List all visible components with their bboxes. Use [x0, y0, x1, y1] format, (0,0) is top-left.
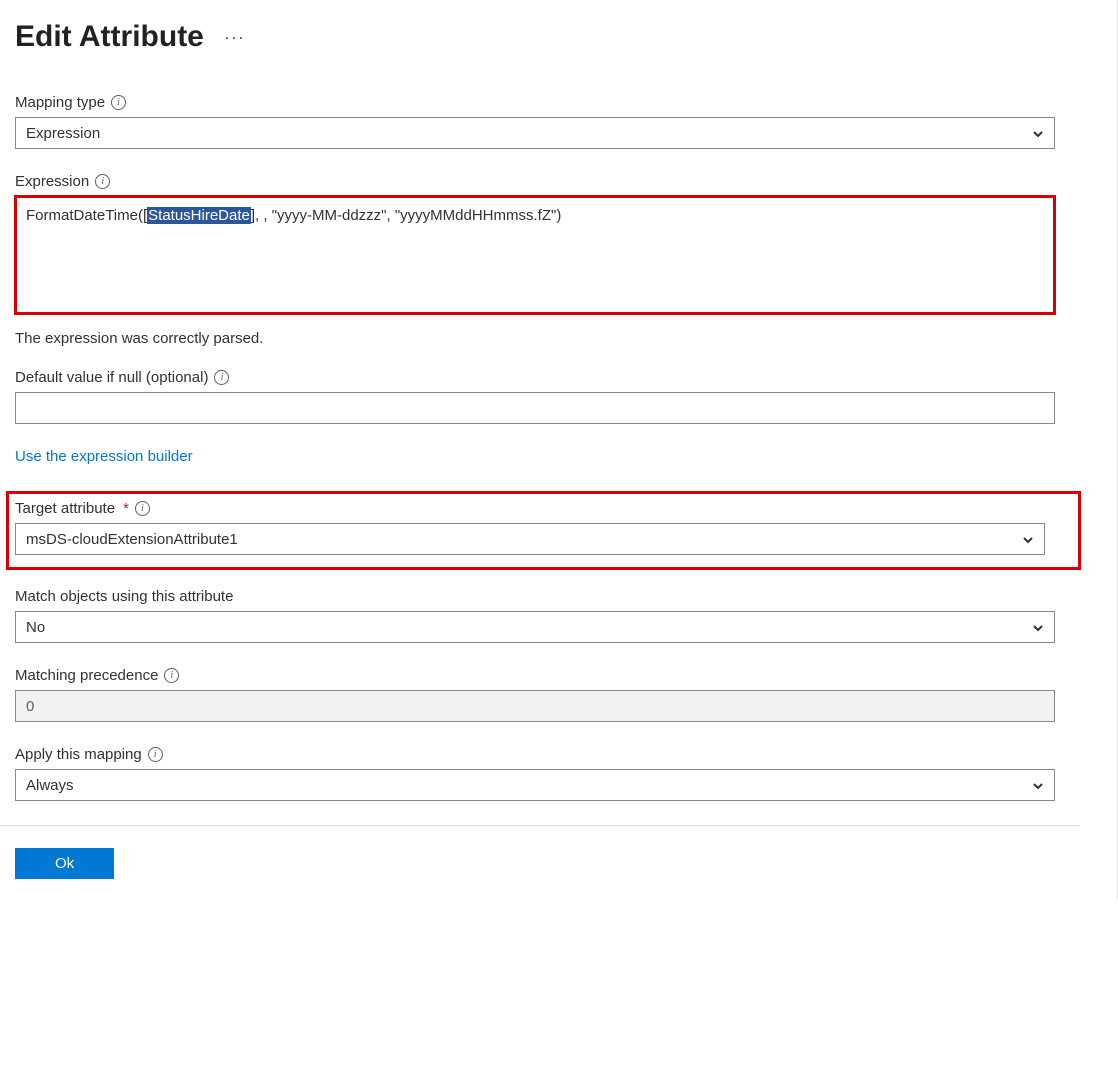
mapping-type-label: Mapping type — [15, 94, 105, 111]
default-value-input[interactable] — [15, 392, 1055, 424]
expression-status: The expression was correctly parsed. — [15, 330, 1102, 347]
expression-text-prefix: FormatDateTime([ — [26, 207, 147, 224]
info-icon[interactable]: i — [111, 95, 126, 110]
info-icon[interactable]: i — [214, 370, 229, 385]
target-attribute-value: msDS-cloudExtensionAttribute1 — [26, 531, 238, 548]
apply-mapping-select[interactable]: Always — [15, 769, 1055, 801]
match-objects-select[interactable]: No — [15, 611, 1055, 643]
expression-text-suffix: ], , "yyyy-MM-ddzzz", "yyyyMMddHHmmss.fZ… — [251, 207, 561, 224]
required-star-icon: * — [123, 500, 129, 517]
target-attribute-select[interactable]: msDS-cloudExtensionAttribute1 — [15, 523, 1045, 555]
matching-precedence-input — [15, 690, 1055, 722]
info-icon[interactable]: i — [164, 668, 179, 683]
info-icon[interactable]: i — [95, 174, 110, 189]
expression-text-highlight: StatusHireDate — [147, 207, 251, 224]
chevron-down-icon — [1032, 779, 1044, 791]
expression-label: Expression — [15, 173, 89, 190]
apply-mapping-label: Apply this mapping — [15, 746, 142, 763]
default-value-label: Default value if null (optional) — [15, 369, 208, 386]
ok-button[interactable]: Ok — [15, 848, 114, 879]
chevron-down-icon — [1032, 621, 1044, 633]
apply-mapping-value: Always — [26, 777, 74, 794]
page-title: Edit Attribute — [15, 20, 204, 54]
more-actions-icon[interactable]: ··· — [224, 27, 245, 48]
footer-divider — [0, 825, 1080, 826]
target-attribute-label: Target attribute — [15, 500, 115, 517]
chevron-down-icon — [1032, 127, 1044, 139]
mapping-type-value: Expression — [26, 125, 100, 142]
info-icon[interactable]: i — [148, 747, 163, 762]
chevron-down-icon — [1022, 533, 1034, 545]
match-objects-value: No — [26, 619, 45, 636]
mapping-type-select[interactable]: Expression — [15, 117, 1055, 149]
matching-precedence-label: Matching precedence — [15, 667, 158, 684]
expression-builder-link[interactable]: Use the expression builder — [15, 448, 193, 465]
expression-input[interactable]: FormatDateTime([StatusHireDate], , "yyyy… — [15, 196, 1055, 314]
info-icon[interactable]: i — [135, 501, 150, 516]
match-objects-label: Match objects using this attribute — [15, 588, 233, 605]
